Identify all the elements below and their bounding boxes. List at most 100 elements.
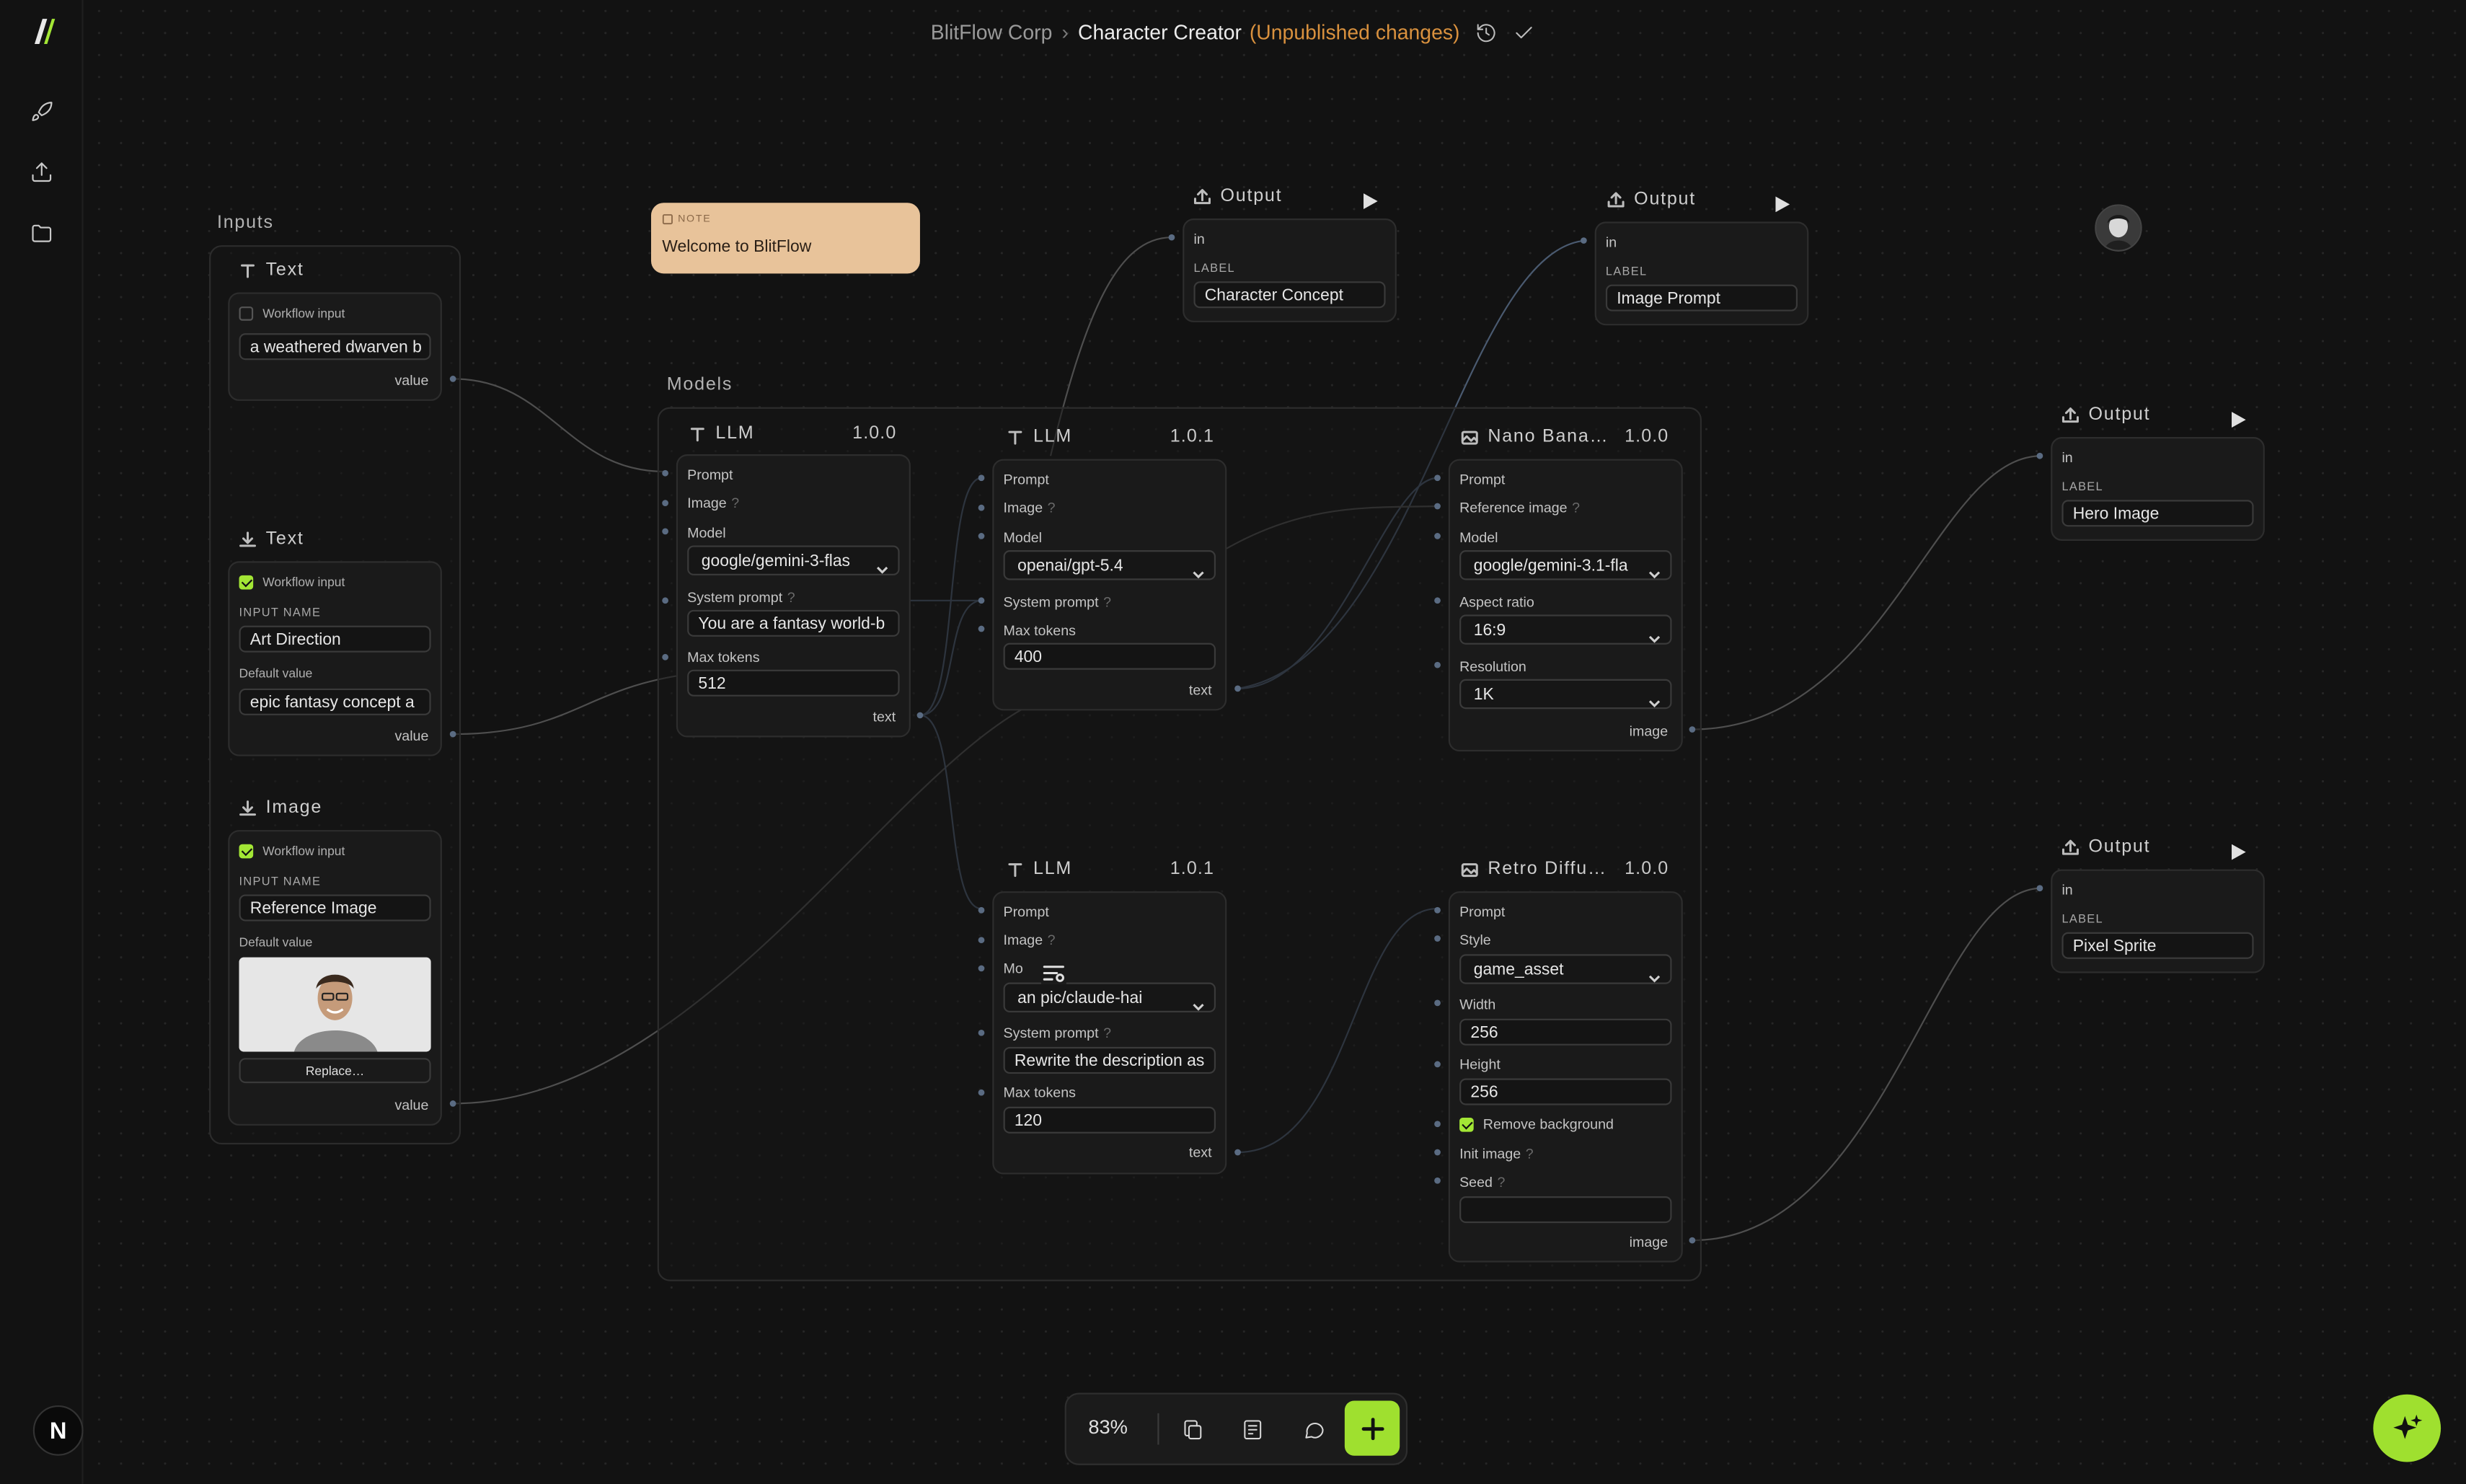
output-port[interactable] bbox=[1689, 726, 1696, 733]
input-port[interactable] bbox=[1581, 237, 1587, 244]
copy-icon[interactable] bbox=[1176, 1413, 1208, 1445]
input-port[interactable] bbox=[662, 597, 668, 604]
filter-icon[interactable] bbox=[1040, 962, 1066, 984]
input-port[interactable] bbox=[1434, 474, 1441, 482]
input-port[interactable] bbox=[978, 937, 985, 944]
add-node-button[interactable] bbox=[1344, 1400, 1400, 1456]
width-input[interactable]: 256 bbox=[1459, 1018, 1672, 1046]
max-tokens-input[interactable]: 512 bbox=[687, 669, 900, 697]
height-input[interactable]: 256 bbox=[1459, 1078, 1672, 1105]
play-icon[interactable] bbox=[1774, 192, 1790, 213]
output-node[interactable]: in LABEL Hero Image bbox=[2051, 437, 2265, 541]
input-port[interactable] bbox=[978, 474, 985, 482]
remove-background-checkbox[interactable] bbox=[1459, 1118, 1474, 1132]
llm-node[interactable]: Prompt Image? Model openai/gpt-5.4 Syste… bbox=[992, 459, 1227, 711]
input-port[interactable] bbox=[1434, 661, 1441, 668]
note-card[interactable]: NOTE Welcome to BlitFlow bbox=[650, 203, 920, 274]
output-port[interactable] bbox=[449, 730, 456, 738]
llm-node[interactable]: Prompt Image? Mo an pic/claude-hai Syste… bbox=[992, 891, 1227, 1175]
breadcrumb-org[interactable]: BlitFlow Corp bbox=[931, 20, 1053, 44]
system-prompt-input[interactable]: Rewrite the description as bbox=[1003, 1046, 1216, 1074]
default-value-field[interactable]: epic fantasy concept a bbox=[239, 688, 431, 715]
help-icon[interactable]: ? bbox=[1048, 932, 1056, 948]
input-port[interactable] bbox=[1434, 1177, 1441, 1184]
input-port[interactable] bbox=[1434, 1149, 1441, 1156]
resolution-select[interactable]: 1K bbox=[1459, 679, 1672, 710]
collaborator-avatar[interactable] bbox=[2095, 204, 2142, 252]
zoom-level[interactable]: 83% bbox=[1088, 1416, 1128, 1439]
image-workflow-input-node[interactable]: Workflow input INPUT NAME Reference Imag… bbox=[228, 830, 442, 1126]
input-port[interactable] bbox=[978, 597, 985, 604]
workflow-input-checkbox[interactable] bbox=[239, 844, 254, 859]
play-icon[interactable] bbox=[2230, 407, 2246, 428]
rocket-icon[interactable] bbox=[20, 91, 61, 132]
max-tokens-input[interactable]: 120 bbox=[1003, 1106, 1216, 1134]
model-select[interactable]: openai/gpt-5.4 bbox=[1003, 550, 1216, 580]
help-icon[interactable]: ? bbox=[1572, 500, 1580, 516]
output-port[interactable] bbox=[1234, 1149, 1241, 1156]
folder-icon[interactable] bbox=[20, 212, 61, 253]
help-icon[interactable]: ? bbox=[1103, 594, 1111, 610]
input-port[interactable] bbox=[1434, 533, 1441, 539]
canvas[interactable]: N BlitFlow Corp › Character Creator (Unpubl… bbox=[0, 0, 2466, 1484]
ai-assistant-button[interactable] bbox=[2373, 1394, 2441, 1462]
model-select[interactable]: an pic/claude-hai bbox=[1003, 982, 1216, 1012]
input-port[interactable] bbox=[978, 1029, 985, 1036]
notes-icon[interactable] bbox=[1236, 1413, 1268, 1445]
style-select[interactable]: game_asset bbox=[1459, 954, 1672, 984]
input-port[interactable] bbox=[1434, 935, 1441, 942]
output-port[interactable] bbox=[449, 376, 456, 382]
play-icon[interactable] bbox=[1362, 189, 1378, 209]
system-prompt-input[interactable]: You are a fantasy world-b bbox=[687, 609, 900, 637]
output-port[interactable] bbox=[1689, 1237, 1696, 1244]
upload-icon[interactable] bbox=[20, 151, 61, 192]
help-icon[interactable]: ? bbox=[1526, 1146, 1534, 1162]
input-port[interactable] bbox=[978, 1089, 985, 1096]
output-port[interactable] bbox=[1234, 685, 1241, 692]
help-icon[interactable]: ? bbox=[1103, 1025, 1111, 1041]
history-icon[interactable] bbox=[1475, 22, 1498, 44]
output-port[interactable] bbox=[449, 1100, 456, 1107]
output-node[interactable]: in LABEL Pixel Sprite bbox=[2051, 869, 2265, 973]
input-port[interactable] bbox=[1168, 234, 1175, 241]
nano-banana-node[interactable]: Prompt Reference image? Model google/gem… bbox=[1448, 459, 1683, 752]
replace-image-button[interactable]: Replace… bbox=[239, 1058, 431, 1084]
help-icon[interactable]: ? bbox=[1048, 500, 1056, 516]
account-avatar[interactable]: N bbox=[32, 1405, 84, 1456]
help-icon[interactable]: ? bbox=[787, 590, 795, 606]
input-port[interactable] bbox=[1434, 906, 1441, 914]
model-select[interactable]: google/gemini-3-flas bbox=[687, 545, 900, 575]
input-port[interactable] bbox=[662, 653, 668, 661]
aspect-ratio-select[interactable]: 16:9 bbox=[1459, 614, 1672, 645]
output-label-input[interactable]: Hero Image bbox=[2061, 500, 2254, 527]
input-name-field[interactable]: Reference Image bbox=[239, 894, 431, 922]
model-select[interactable]: google/gemini-3.1-fla bbox=[1459, 550, 1672, 580]
input-name-field[interactable]: Art Direction bbox=[239, 625, 431, 653]
seed-input[interactable] bbox=[1459, 1196, 1672, 1224]
output-node[interactable]: in LABEL Character Concept bbox=[1183, 218, 1397, 322]
output-node[interactable]: in LABEL Image Prompt bbox=[1594, 221, 1809, 326]
play-icon[interactable] bbox=[2230, 839, 2246, 860]
input-port[interactable] bbox=[978, 906, 985, 914]
input-port[interactable] bbox=[2036, 452, 2043, 459]
input-port[interactable] bbox=[1434, 1061, 1441, 1068]
output-port[interactable] bbox=[916, 712, 924, 719]
input-port[interactable] bbox=[2036, 885, 2043, 892]
check-icon[interactable] bbox=[1513, 22, 1536, 44]
input-port[interactable] bbox=[1434, 999, 1441, 1007]
workflow-input-checkbox[interactable] bbox=[239, 306, 254, 321]
input-port[interactable] bbox=[978, 533, 985, 539]
input-port[interactable] bbox=[1434, 503, 1441, 510]
input-port[interactable] bbox=[662, 469, 668, 477]
output-label-input[interactable]: Pixel Sprite bbox=[2061, 932, 2254, 959]
input-port[interactable] bbox=[978, 625, 985, 632]
comment-icon[interactable] bbox=[1297, 1413, 1329, 1445]
help-icon[interactable]: ? bbox=[1497, 1175, 1505, 1191]
input-port[interactable] bbox=[662, 528, 668, 535]
retro-diffusion-node[interactable]: Prompt Style game_asset Width 256 Height… bbox=[1448, 891, 1683, 1263]
input-port[interactable] bbox=[662, 500, 668, 506]
text-value-input[interactable]: a weathered dwarven b bbox=[239, 333, 431, 361]
input-port[interactable] bbox=[1434, 597, 1441, 604]
input-port[interactable] bbox=[1434, 1121, 1441, 1128]
input-port[interactable] bbox=[978, 965, 985, 972]
